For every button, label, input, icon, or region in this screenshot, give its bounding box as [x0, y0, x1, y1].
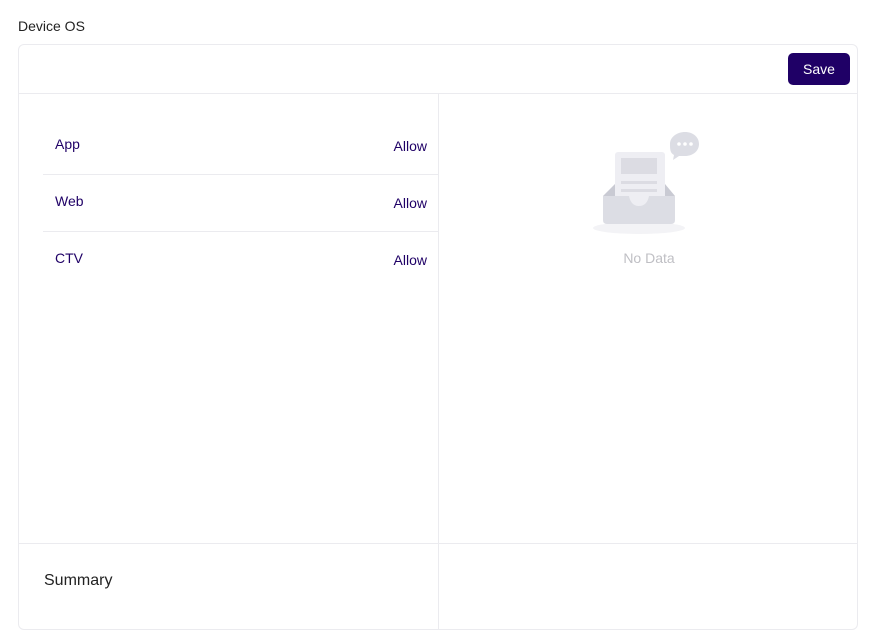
save-button[interactable]: Save — [788, 53, 850, 85]
device-os-page: Device OS Save App Allow Web Allow CTV A… — [0, 0, 876, 642]
allow-button-ctv[interactable]: Allow — [394, 252, 427, 268]
device-os-card: Save App Allow Web Allow CTV Allow No Da… — [18, 44, 858, 630]
inbox-empty-icon — [593, 132, 699, 234]
section-title: Device OS — [18, 18, 85, 34]
card-toolbar: Save — [19, 45, 857, 94]
os-name: Web — [55, 193, 84, 209]
allow-button-app[interactable]: Allow — [394, 138, 427, 154]
summary-panel: Summary — [19, 543, 439, 629]
empty-state-text: No Data — [623, 250, 675, 266]
os-list-item-web: Web Allow — [43, 175, 438, 232]
selected-os-pane: No Data — [439, 94, 857, 543]
summary-label: Summary — [44, 572, 113, 589]
os-name: CTV — [55, 250, 83, 266]
os-name: App — [55, 136, 80, 152]
os-list-item-app: App Allow — [43, 118, 438, 175]
os-list-item-ctv: CTV Allow — [43, 232, 438, 289]
available-os-pane: App Allow Web Allow CTV Allow — [19, 94, 439, 543]
os-list: App Allow Web Allow CTV Allow — [43, 118, 438, 289]
summary-detail-panel — [439, 543, 857, 629]
allow-button-web[interactable]: Allow — [394, 195, 427, 211]
empty-state: No Data — [439, 132, 857, 266]
